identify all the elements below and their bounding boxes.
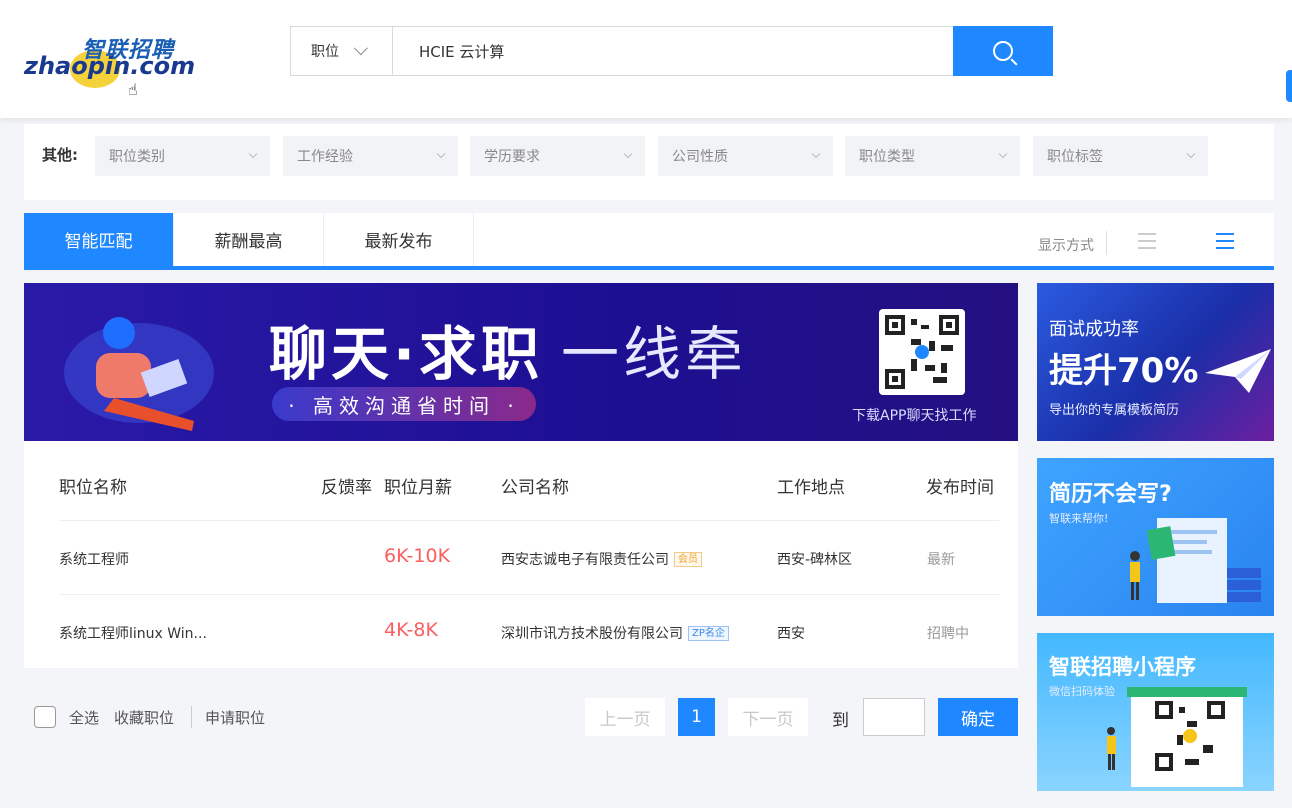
divider [191,706,192,728]
person-laptop-illustration [96,317,194,431]
filter-job-tag[interactable]: 职位标签 [1033,136,1208,176]
header-salary: 职位月薪 [384,478,452,498]
zp-famous-badge: ZP名企 [688,626,729,641]
ad2-line2: 智联来帮你! [1049,512,1109,525]
filter-text: 学历要求 [484,149,540,165]
ad3-big: 智联招聘小程序 [1049,655,1196,679]
display-mode-label: 显示方式 [1038,238,1094,254]
app-qr-code [879,309,965,395]
resume-template-ad[interactable]: 面试成功率 提升70% 导出你的专属模板简历 [1037,283,1274,441]
chevron-down-icon [623,149,633,159]
ad1-line3: 导出你的专属模板简历 [1049,403,1180,418]
qr-caption: 下载APP聊天找工作 [852,408,977,424]
search-input[interactable] [403,27,943,75]
member-badge: 会员 [674,552,702,567]
search-type-label: 职位 [311,44,339,60]
filter-text: 职位类型 [859,149,915,165]
paper-plane-icon [1205,349,1271,393]
filter-job-category[interactable]: 职位类别 [95,136,270,176]
ad1-big: 提升70% [1049,351,1199,391]
search-icon [993,41,1013,61]
chevron-down-icon [811,149,821,159]
header-feedback-rate[interactable]: 反馈率 [321,473,372,498]
divider [1106,231,1107,255]
header-job-title: 职位名称 [59,478,127,498]
filter-experience[interactable]: 工作经验 [283,136,458,176]
header-company: 公司名称 [501,478,569,498]
ad2-big: 简历不会写? [1049,482,1172,507]
company-name[interactable]: 西安志诚电子有限责任公司 会员 [501,549,702,569]
filter-job-type[interactable]: 职位类型 [845,136,1020,176]
header: 智联招聘 zhaopin.com ☝ 职位 [0,0,1292,118]
company-name-text[interactable]: 西安志诚电子有限责任公司 [501,552,669,568]
job-title-link[interactable]: 系统工程师linux Win... [59,623,207,643]
apply-jobs-button[interactable]: 申请职位 [205,707,265,728]
mini-program-ad[interactable]: 智联招聘小程序 微信扫码体验 [1037,633,1274,791]
header-location: 工作地点 [777,478,845,498]
ad1-line1: 面试成功率 [1049,319,1139,340]
filter-text: 工作经验 [297,149,353,165]
mini-program-qr-illustration [1107,687,1247,787]
header-publish-time: 发布时间 [926,478,994,498]
company-name[interactable]: 深圳市讯方技术股份有限公司 ZP名企 [501,623,729,643]
job-location: 西安 [777,626,805,642]
zhaopin-logo[interactable]: 智联招聘 zhaopin.com ☝ [24,30,195,99]
tab-smart-match[interactable]: 智能匹配 [24,213,174,266]
page-1-button[interactable]: 1 [678,698,715,736]
goto-page-input[interactable] [863,698,925,736]
filter-label: 其他: [42,146,78,164]
prev-page-button[interactable]: 上一页 [585,698,665,736]
banner-title: 聊天·求职 一线牵 [269,307,747,391]
chevron-down-icon [1186,149,1196,159]
confirm-goto-button[interactable]: 确定 [938,698,1018,736]
filter-panel: 其他: 职位类别 工作经验 学历要求 公司性质 职位类型 职位标签 [24,124,1274,200]
tab-newest[interactable]: 最新发布 [324,213,474,266]
job-location: 西安-碑林区 [777,552,853,568]
collect-jobs-button[interactable]: 收藏职位 [114,707,174,728]
search-type-select[interactable]: 职位 [291,27,393,75]
ad3-line2: 微信扫码体验 [1049,685,1115,698]
select-all-label[interactable]: 全选 [69,707,99,728]
banner-title-light: 一线牵 [561,320,748,388]
search-button[interactable] [953,26,1053,76]
sort-tabs: 智能匹配 薪酬最高 最新发布 显示方式 [24,213,1274,270]
detail-list-view-icon[interactable] [1138,233,1156,251]
hand-cursor-icon: ☝ [128,80,138,99]
chevron-down-icon [353,41,368,56]
chat-promo-banner[interactable]: 聊天·求职 一线牵 · 高效沟通省时间 · 下载APP聊天找工作 [24,283,1018,441]
resume-book-illustration [1130,518,1261,603]
company-name-text[interactable]: 深圳市讯方技术股份有限公司 [501,626,683,642]
filter-company-type[interactable]: 公司性质 [658,136,833,176]
select-all-checkbox[interactable] [34,706,56,728]
filter-education[interactable]: 学历要求 [470,136,645,176]
chevron-down-icon [436,149,446,159]
job-title-link[interactable]: 系统工程师 [59,549,129,569]
resume-help-ad[interactable]: 简历不会写? 智联来帮你! [1037,458,1274,616]
next-page-button[interactable]: 下一页 [728,698,808,736]
table-row[interactable]: 系统工程师linux Win... 4K-8K 深圳市讯方技术股份有限公司 ZP名… [59,594,999,668]
banner-title-bold: 聊天·求职 [269,320,544,388]
chevron-down-icon [248,149,258,159]
compact-list-view-icon[interactable] [1216,233,1234,251]
logo-en: zhaopin.com [24,52,196,80]
banner-slogan: · 高效沟通省时间 · [272,387,536,421]
tab-highest-salary[interactable]: 薪酬最高 [174,213,324,266]
job-list: 职位名称 反馈率 职位月薪 公司名称 工作地点 发布时间 系统工程师 6K-10… [24,441,1018,668]
filter-text: 职位标签 [1047,149,1103,165]
filter-text: 公司性质 [672,149,728,165]
job-salary: 6K-10K [384,545,451,567]
side-float-tab[interactable] [1286,70,1292,102]
job-salary: 4K-8K [384,619,438,641]
filter-text: 职位类别 [109,149,165,165]
chevron-down-icon [998,149,1008,159]
goto-label: 到 [832,711,849,731]
publish-time: 最新 [927,552,955,568]
publish-time: 招聘中 [927,626,969,642]
table-row[interactable]: 系统工程师 6K-10K 西安志诚电子有限责任公司 会员 西安-碑林区 最新 [59,520,999,594]
search-bar: 职位 [290,26,1053,76]
